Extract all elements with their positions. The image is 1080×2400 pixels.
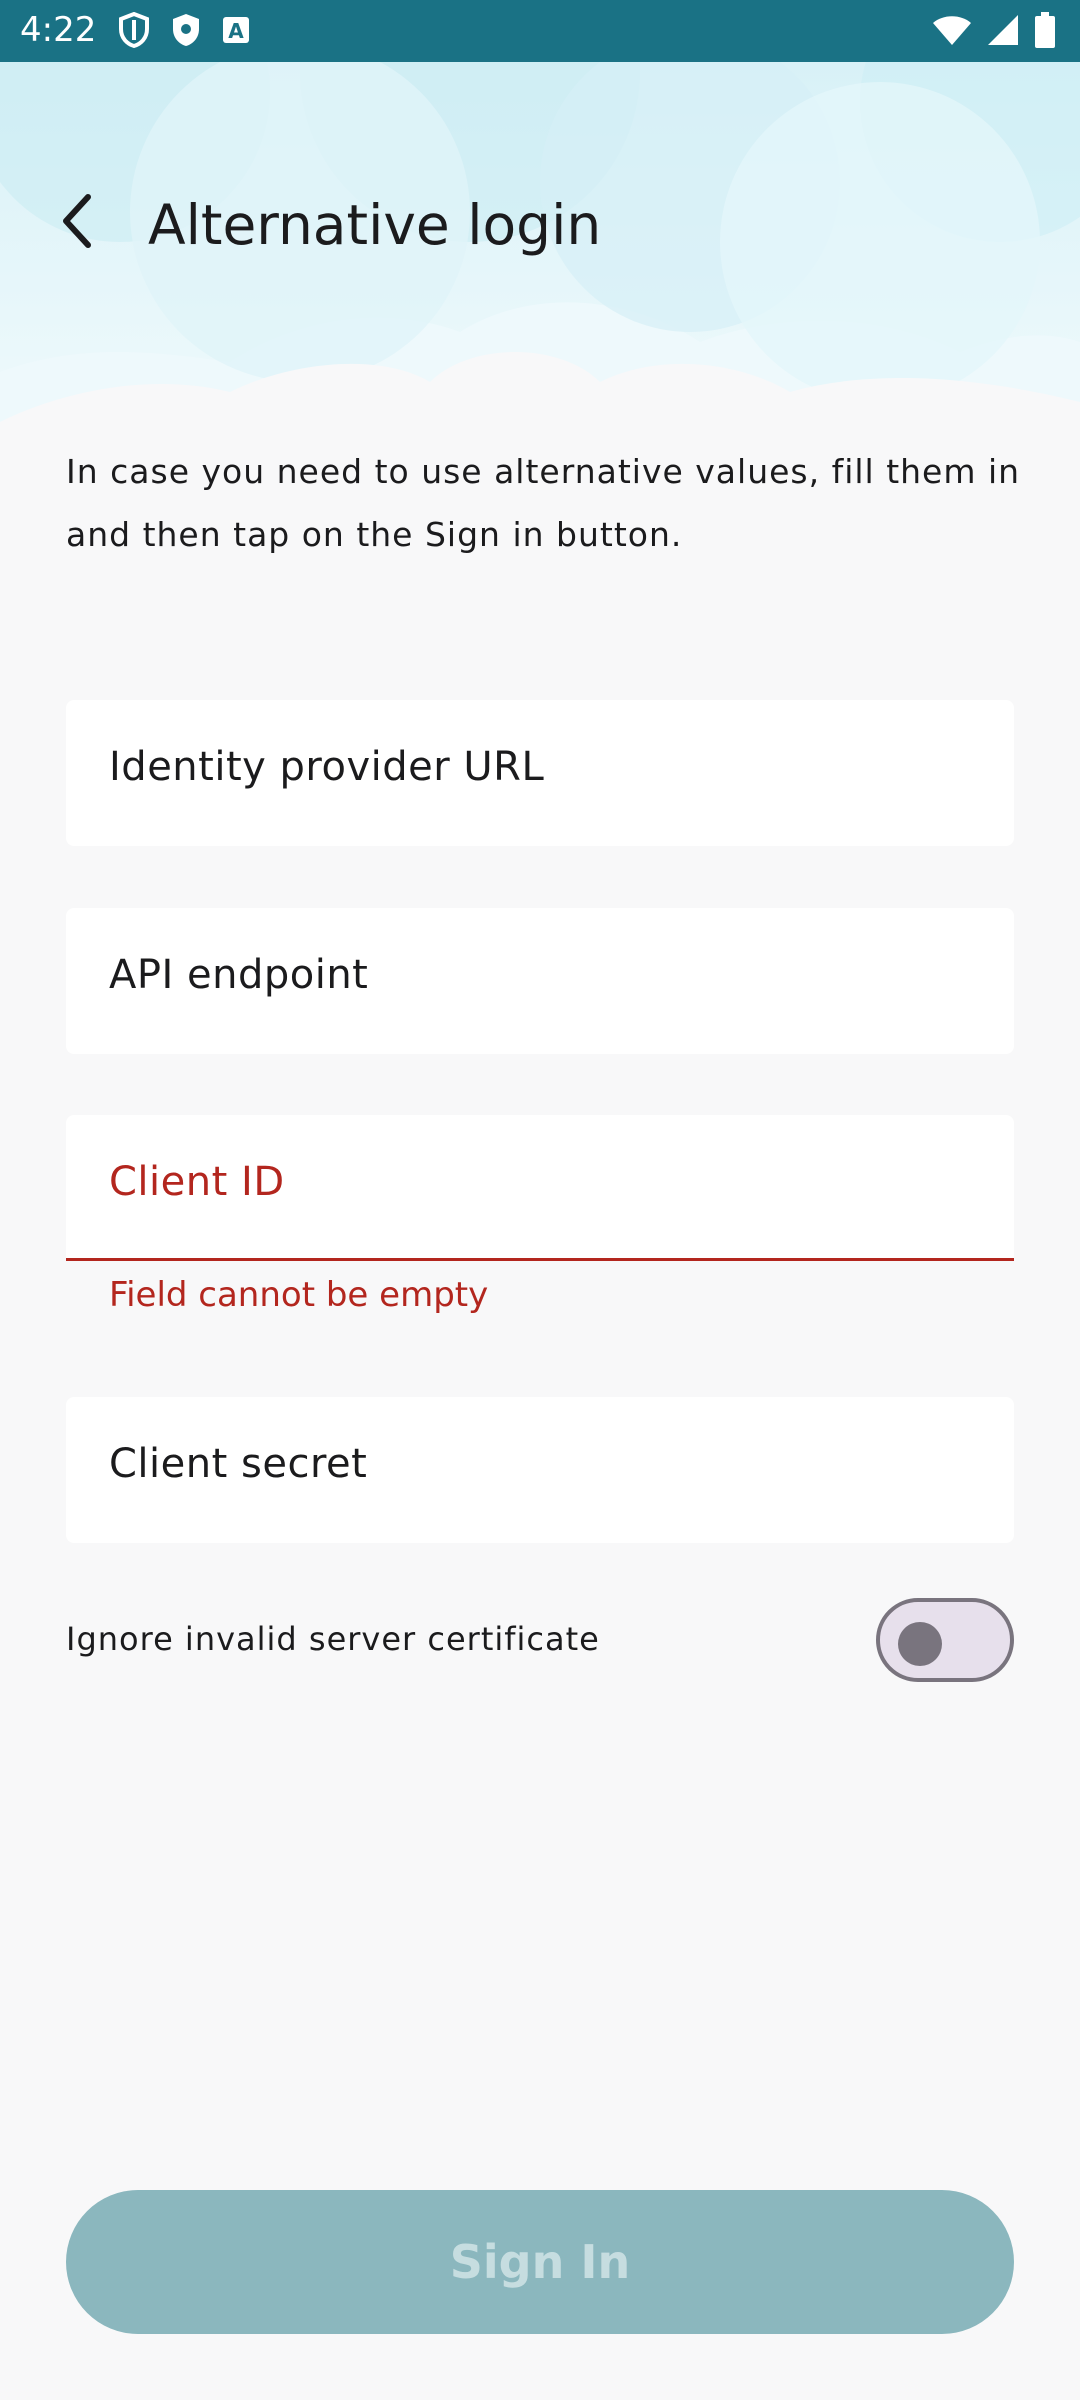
ignore-cert-toggle[interactable] [876, 1598, 1014, 1682]
app-bar: Alternative login [0, 165, 1080, 285]
status-bar: 4:22 A [0, 0, 1080, 62]
back-button[interactable] [40, 187, 112, 259]
status-icons-right [932, 12, 1056, 52]
client-id-field[interactable]: Client ID [66, 1115, 1014, 1261]
shield-outline-icon [118, 11, 150, 52]
identity-provider-url-field[interactable]: Identity provider URL [66, 700, 1014, 846]
text-box-icon: A [222, 16, 250, 48]
description-text: In case you need to use alternative valu… [66, 452, 1021, 554]
alternative-login-screen: 4:22 A Alternative login In case you nee… [0, 0, 1080, 2400]
back-arrow-icon [54, 191, 98, 255]
identity-provider-url-label: Identity provider URL [109, 744, 545, 790]
page-title: Alternative login [148, 193, 602, 257]
api-endpoint-label: API endpoint [109, 952, 369, 998]
wifi-icon [932, 13, 972, 51]
client-id-error-message: Field cannot be empty [109, 1275, 489, 1315]
svg-text:A: A [228, 19, 244, 43]
shield-filled-icon [170, 12, 202, 52]
client-id-label: Client ID [109, 1159, 285, 1205]
status-icons-left: A [118, 11, 250, 52]
client-secret-label: Client secret [109, 1441, 368, 1487]
toggle-knob [898, 1622, 942, 1666]
client-secret-field[interactable]: Client secret [66, 1397, 1014, 1543]
sign-in-button[interactable]: Sign In [66, 2190, 1014, 2334]
ignore-cert-label: Ignore invalid server certificate [66, 1620, 600, 1658]
signal-icon [986, 13, 1020, 51]
battery-icon [1034, 12, 1056, 52]
status-time: 4:22 [20, 10, 97, 50]
api-endpoint-field[interactable]: API endpoint [66, 908, 1014, 1054]
